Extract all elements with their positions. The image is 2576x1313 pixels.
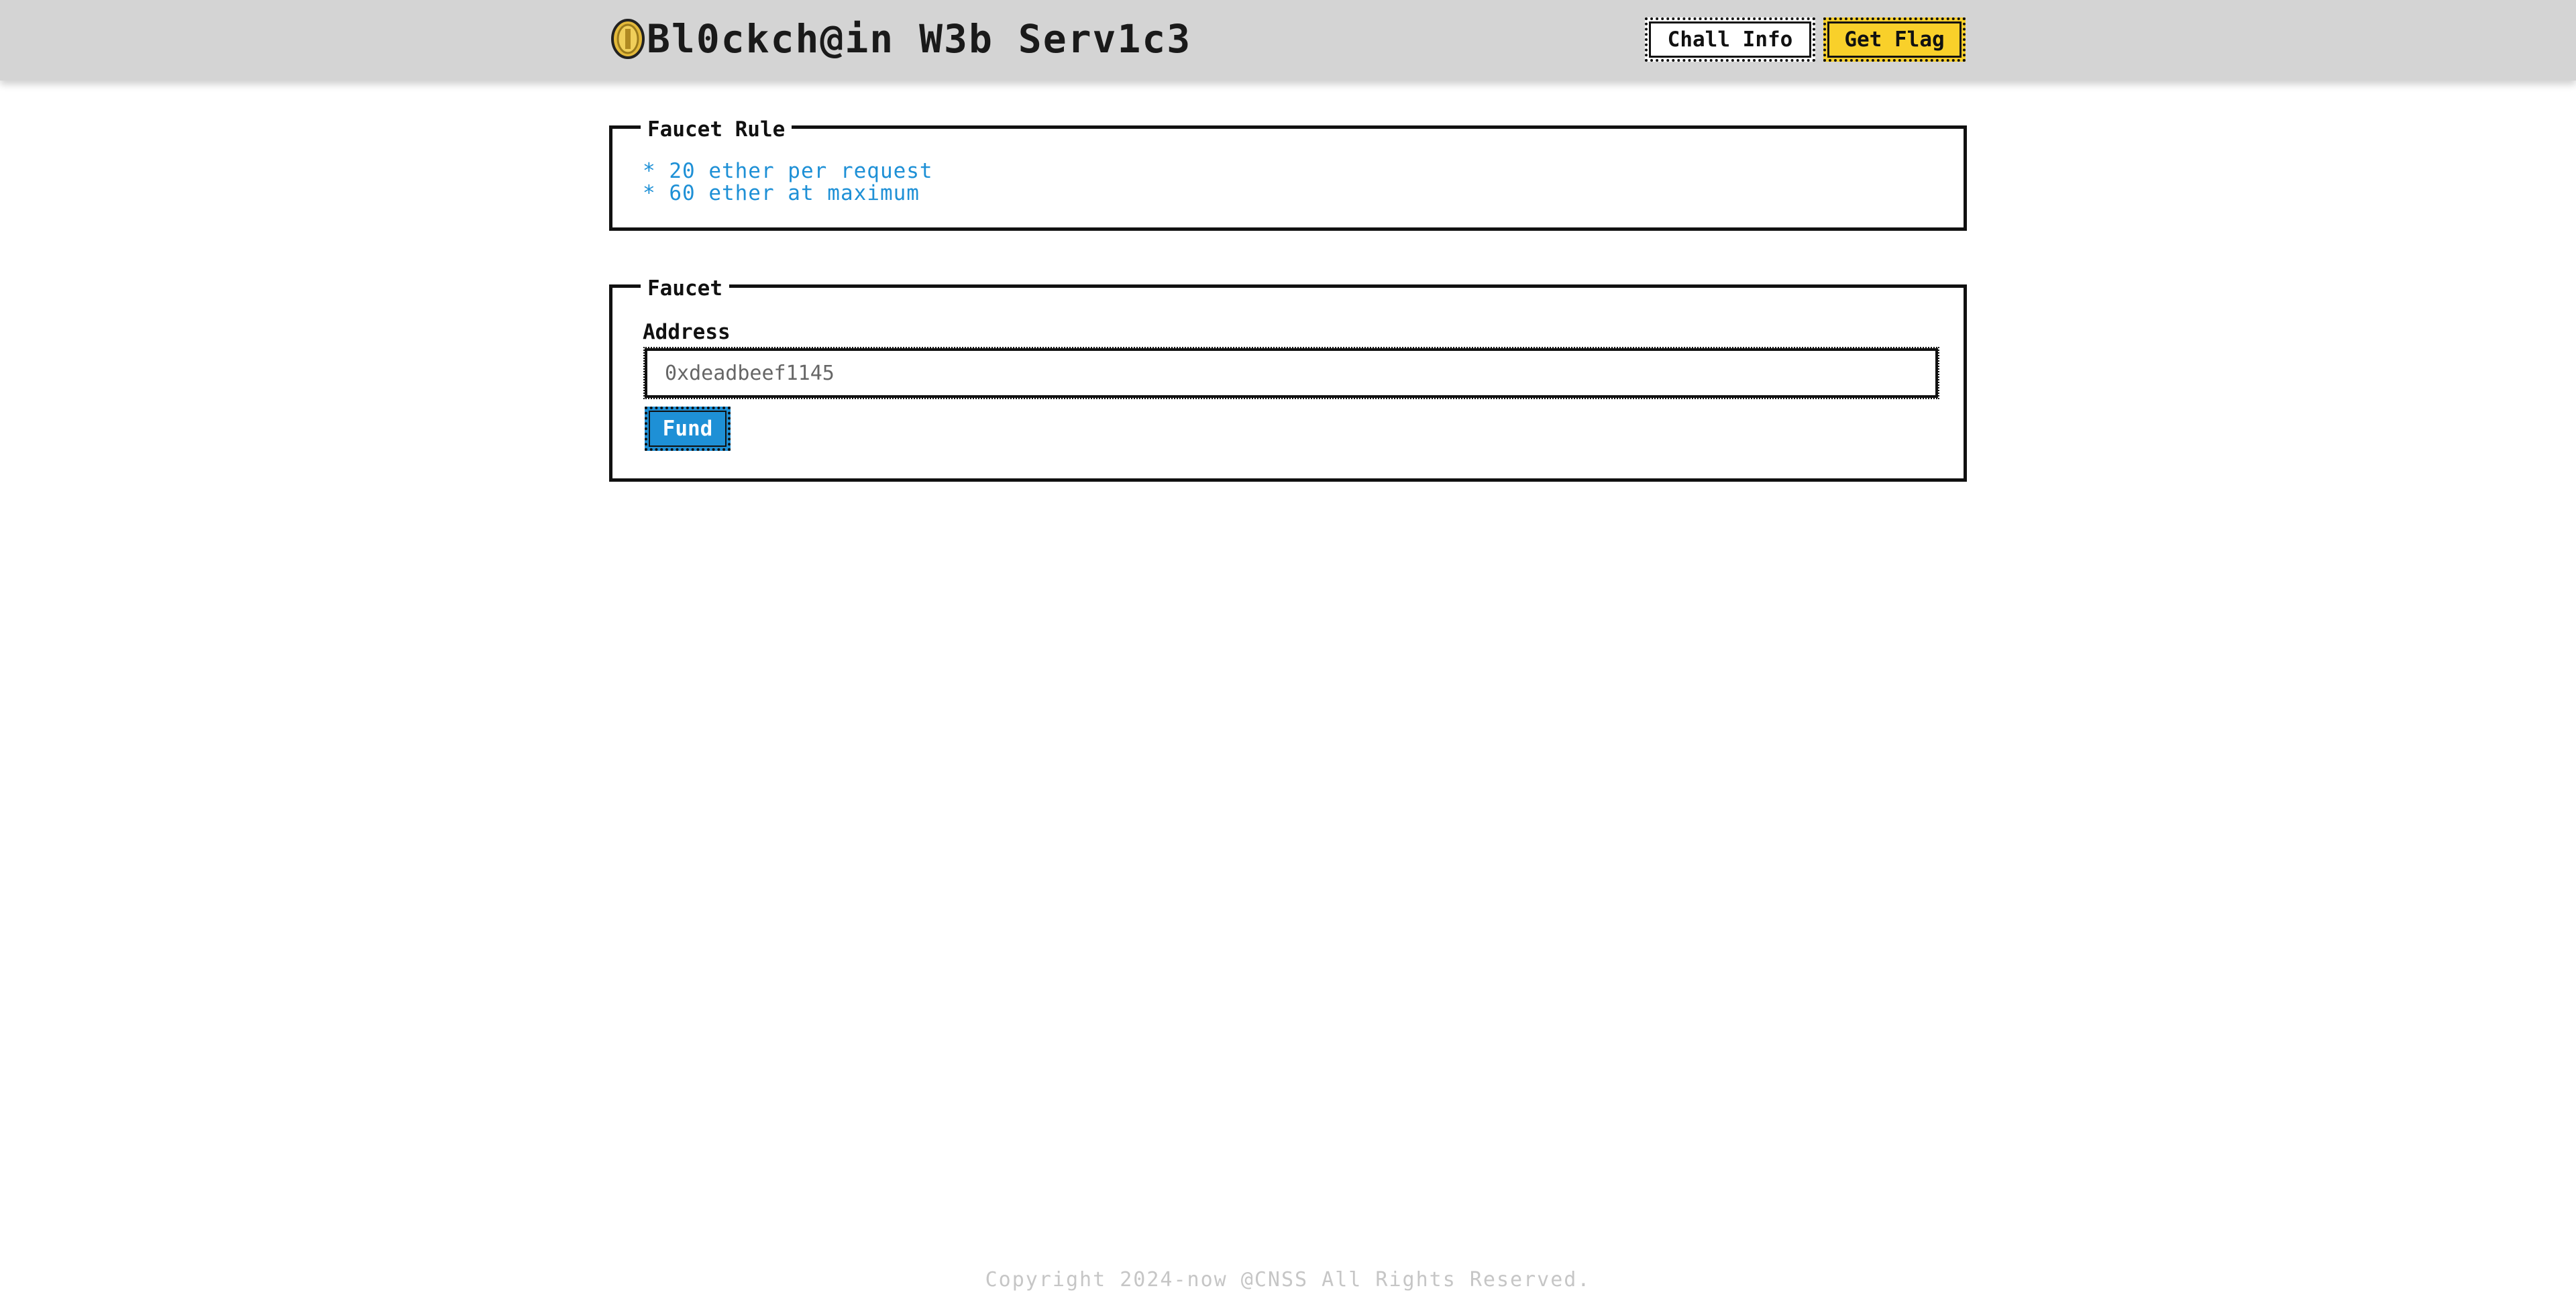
faucet-rule-panel: Faucet Rule * 20 ether per request * 60 … — [609, 117, 1967, 231]
address-input[interactable] — [643, 347, 1939, 399]
top-nav-bar: Bl0ckch@in W3b Serv1c3 Chall Info Get Fl… — [0, 0, 2576, 81]
coin-icon — [611, 19, 645, 59]
copyright-footer: Copyright 2024-now @CNSS All Rights Rese… — [985, 1268, 1591, 1292]
rule-line-maximum: * 60 ether at maximum — [643, 181, 920, 205]
faucet-panel: Faucet Address Fund — [609, 276, 1967, 482]
chall-info-button[interactable]: Chall Info — [1645, 17, 1815, 62]
rule-line-per-request: * 20 ether per request — [643, 159, 933, 183]
faucet-rule-heading: Faucet Rule — [641, 117, 792, 142]
app-title: Bl0ckch@in W3b Serv1c3 — [647, 16, 1192, 62]
address-label: Address — [643, 320, 731, 344]
fund-button[interactable]: Fund — [645, 407, 731, 451]
get-flag-button[interactable]: Get Flag — [1823, 17, 1966, 62]
faucet-heading: Faucet — [641, 276, 729, 301]
brand: Bl0ckch@in W3b Serv1c3 — [610, 12, 1191, 66]
